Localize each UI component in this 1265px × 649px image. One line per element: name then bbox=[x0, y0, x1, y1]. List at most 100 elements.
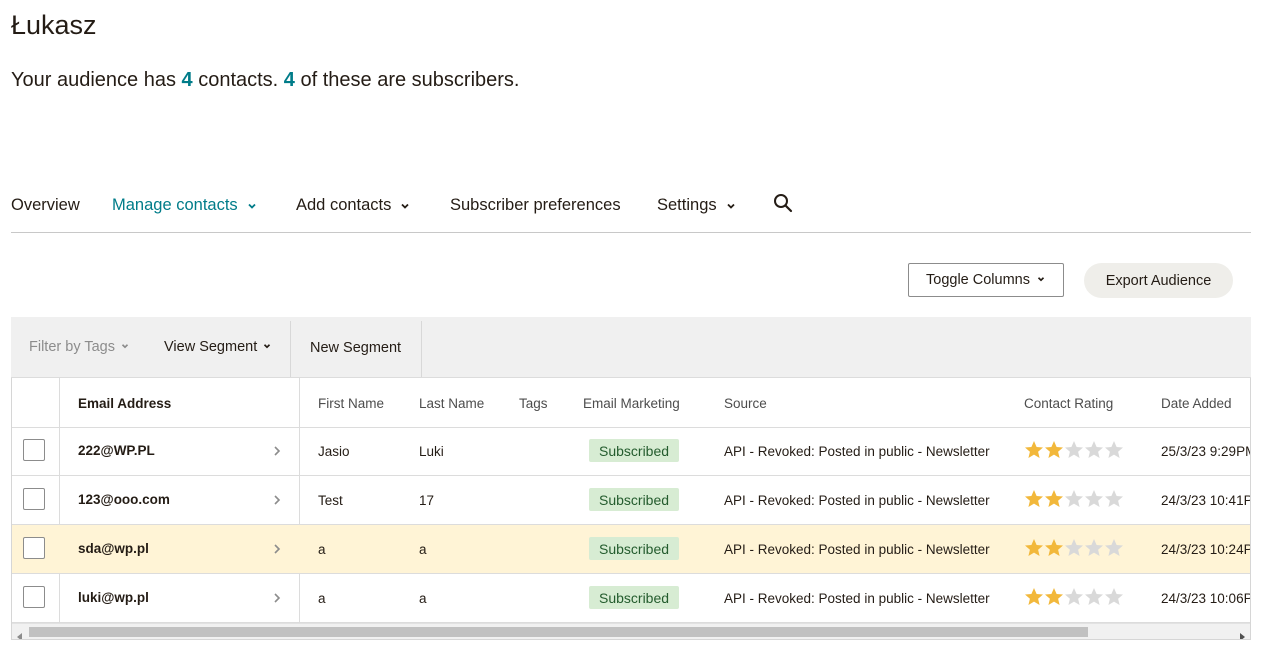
tab-subscriber-preferences[interactable]: Subscriber preferences bbox=[450, 196, 621, 215]
row-email[interactable]: luki@wp.pl bbox=[78, 590, 149, 605]
column-header-last-name[interactable]: Last Name bbox=[419, 396, 484, 411]
column-header-first-name[interactable]: First Name bbox=[318, 396, 384, 411]
chevron-down-icon bbox=[1036, 272, 1046, 288]
chevron-down-icon bbox=[120, 339, 130, 355]
star-empty-icon bbox=[1065, 539, 1083, 556]
star-filled-icon bbox=[1045, 441, 1063, 458]
scrollbar-thumb[interactable] bbox=[29, 627, 1088, 637]
contacts-table: Email Address First Name Last Name Tags … bbox=[11, 378, 1251, 640]
row-source: API - Revoked: Posted in public - Newsle… bbox=[724, 444, 990, 459]
row-source: API - Revoked: Posted in public - Newsle… bbox=[724, 542, 990, 557]
page-title: Łukasz bbox=[11, 10, 97, 40]
toggle-columns-button[interactable]: Toggle Columns bbox=[908, 263, 1064, 297]
chevron-right-icon[interactable] bbox=[272, 542, 282, 556]
row-last-name: a bbox=[419, 591, 427, 606]
chevron-down-icon bbox=[399, 200, 411, 212]
search-icon[interactable] bbox=[773, 193, 793, 213]
column-header-tags[interactable]: Tags bbox=[519, 396, 548, 411]
table-row[interactable]: luki@wp.pl a a Subscribed API - Revoked:… bbox=[12, 574, 1251, 623]
star-empty-icon bbox=[1085, 490, 1103, 507]
view-segment-dropdown[interactable]: View Segment bbox=[164, 339, 272, 355]
row-last-name: 17 bbox=[419, 493, 435, 508]
table-row[interactable]: 123@ooo.com Test 17 Subscribed API - Rev… bbox=[12, 476, 1251, 525]
tab-overview-label: Overview bbox=[11, 196, 80, 214]
tab-subscriber-preferences-label: Subscriber preferences bbox=[450, 196, 621, 214]
row-email[interactable]: sda@wp.pl bbox=[78, 541, 149, 556]
star-filled-icon bbox=[1045, 490, 1063, 507]
star-empty-icon bbox=[1105, 490, 1123, 507]
status-badge: Subscribed bbox=[589, 537, 680, 560]
chevron-right-icon[interactable] bbox=[272, 444, 282, 458]
audience-summary: Your audience has 4 contacts. 4 of these… bbox=[11, 69, 519, 92]
summary-suffix: of these are subscribers. bbox=[294, 69, 520, 91]
row-checkbox[interactable] bbox=[23, 439, 45, 461]
divider bbox=[290, 321, 291, 377]
new-segment-button[interactable]: New Segment bbox=[310, 340, 401, 356]
column-header-contact-rating[interactable]: Contact Rating bbox=[1024, 396, 1113, 411]
row-source: API - Revoked: Posted in public - Newsle… bbox=[724, 493, 990, 508]
export-audience-label: Export Audience bbox=[1105, 272, 1212, 289]
scroll-left-arrow-icon[interactable] bbox=[16, 628, 24, 639]
row-date-added: 24/3/23 10:24P bbox=[1161, 542, 1251, 557]
toggle-columns-label: Toggle Columns bbox=[926, 272, 1030, 288]
column-header-email[interactable]: Email Address bbox=[78, 396, 171, 411]
tab-settings-label: Settings bbox=[657, 196, 717, 214]
star-empty-icon bbox=[1065, 588, 1083, 605]
export-audience-button[interactable]: Export Audience bbox=[1084, 263, 1233, 298]
horizontal-scrollbar[interactable] bbox=[12, 623, 1250, 639]
column-header-source[interactable]: Source bbox=[724, 396, 767, 411]
row-first-name: Jasio bbox=[318, 444, 350, 459]
star-filled-icon bbox=[1045, 539, 1063, 556]
star-empty-icon bbox=[1085, 588, 1103, 605]
row-email[interactable]: 123@ooo.com bbox=[78, 492, 170, 507]
segment-filter-bar: Filter by Tags View Segment New Segment bbox=[11, 317, 1251, 378]
contact-rating-stars bbox=[1024, 587, 1124, 607]
row-checkbox[interactable] bbox=[23, 586, 45, 608]
contact-rating-stars bbox=[1024, 440, 1124, 460]
summary-prefix: Your audience has bbox=[11, 69, 182, 91]
status-badge: Subscribed bbox=[589, 586, 680, 609]
tab-overview[interactable]: Overview bbox=[11, 196, 80, 215]
row-email[interactable]: 222@WP.PL bbox=[78, 443, 155, 458]
tab-add-contacts[interactable]: Add contacts bbox=[296, 196, 411, 215]
star-empty-icon bbox=[1065, 441, 1083, 458]
row-first-name: a bbox=[318, 542, 326, 557]
filter-by-tags-label: Filter by Tags bbox=[29, 339, 115, 355]
row-last-name: Luki bbox=[419, 444, 444, 459]
row-date-added: 25/3/23 9:29PM bbox=[1161, 444, 1251, 459]
contacts-count: 4 bbox=[181, 69, 193, 91]
chevron-down-icon bbox=[262, 339, 272, 355]
row-date-added: 24/3/23 10:41P bbox=[1161, 493, 1251, 508]
star-empty-icon bbox=[1085, 441, 1103, 458]
star-filled-icon bbox=[1025, 441, 1043, 458]
row-first-name: a bbox=[318, 591, 326, 606]
tab-settings[interactable]: Settings bbox=[657, 196, 737, 215]
status-badge: Subscribed bbox=[589, 488, 680, 511]
chevron-down-icon bbox=[725, 200, 737, 212]
column-header-date-added[interactable]: Date Added bbox=[1161, 396, 1232, 411]
filter-by-tags-dropdown[interactable]: Filter by Tags bbox=[29, 339, 130, 355]
contact-rating-stars bbox=[1024, 489, 1124, 509]
table-row[interactable]: sda@wp.pl a a Subscribed API - Revoked: … bbox=[12, 525, 1251, 574]
divider bbox=[421, 321, 422, 377]
star-empty-icon bbox=[1105, 539, 1123, 556]
contact-rating-stars bbox=[1024, 538, 1124, 558]
tab-manage-contacts-label: Manage contacts bbox=[112, 196, 238, 214]
star-empty-icon bbox=[1105, 441, 1123, 458]
summary-mid: contacts. bbox=[192, 69, 284, 91]
table-row[interactable]: 222@WP.PL Jasio Luki Subscribed API - Re… bbox=[12, 427, 1251, 476]
star-filled-icon bbox=[1025, 490, 1043, 507]
tab-manage-contacts[interactable]: Manage contacts bbox=[112, 196, 258, 215]
subscribers-count: 4 bbox=[283, 69, 295, 91]
chevron-right-icon[interactable] bbox=[272, 591, 282, 605]
row-checkbox[interactable] bbox=[23, 488, 45, 510]
column-header-email-marketing[interactable]: Email Marketing bbox=[583, 396, 680, 411]
row-date-added: 24/3/23 10:06P bbox=[1161, 591, 1251, 606]
status-badge: Subscribed bbox=[589, 439, 680, 462]
table-header: Email Address First Name Last Name Tags … bbox=[12, 378, 1250, 428]
scroll-right-arrow-icon[interactable] bbox=[1238, 628, 1246, 639]
star-filled-icon bbox=[1025, 539, 1043, 556]
chevron-right-icon[interactable] bbox=[272, 493, 282, 507]
row-last-name: a bbox=[419, 542, 427, 557]
row-checkbox[interactable] bbox=[23, 537, 45, 559]
